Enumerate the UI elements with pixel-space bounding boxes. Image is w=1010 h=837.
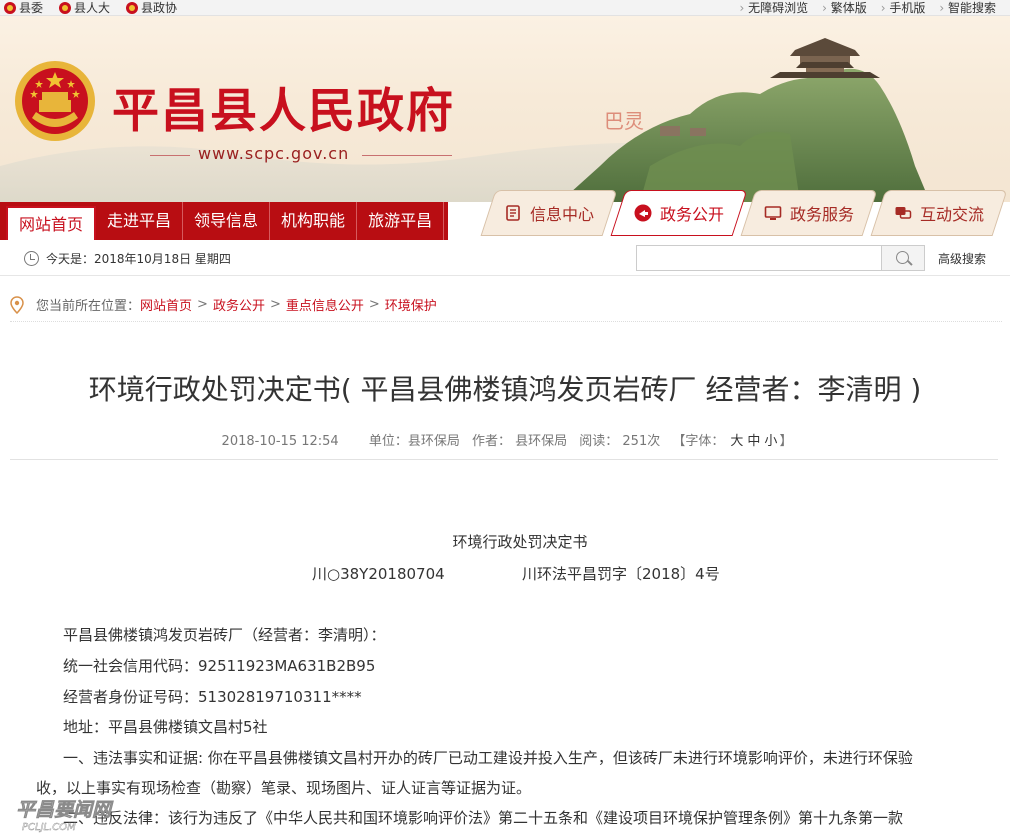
- tab-government-affairs[interactable]: 政务公开: [610, 190, 748, 236]
- breadcrumb-separator: >: [269, 297, 281, 312]
- tab-interaction[interactable]: 互动交流: [870, 190, 1008, 236]
- category-tabs: 信息中心 政务公开 政务服务 互动交流: [468, 184, 1009, 240]
- breadcrumb-environment[interactable]: 环境保护: [385, 295, 437, 314]
- tab-government-services[interactable]: 政务服务: [740, 190, 878, 236]
- accessibility-link[interactable]: 无障碍浏览: [739, 0, 808, 16]
- breadcrumb-key-info[interactable]: 重点信息公开: [286, 295, 364, 314]
- tab-label: 信息中心: [529, 205, 594, 224]
- page: 县委 县人大 县政协 无障碍浏览 繁体版 手机版 智能搜索: [0, 0, 1010, 837]
- tab-label: 政务服务: [789, 205, 854, 224]
- article-meta: 2018-10-15 12:54 单位：县环保局 作者： 县环保局 阅读： 25…: [0, 430, 1010, 449]
- font-size-bracket: 】: [779, 434, 793, 449]
- tab-label: 政务公开: [659, 205, 724, 224]
- article-title: 环境行政处罚决定书( 平昌县佛楼镇鸿发页岩砖厂 经营者：李清明 ): [88, 373, 922, 406]
- top-link-label: 县委: [19, 1, 44, 15]
- url-rule-left: [150, 155, 190, 156]
- font-size-large[interactable]: 大: [730, 434, 743, 449]
- top-utility-bar: 县委 县人大 县政协 无障碍浏览 繁体版 手机版 智能搜索: [0, 0, 1010, 16]
- tab-info-center[interactable]: 信息中心: [480, 190, 618, 236]
- divider: [10, 459, 998, 460]
- smart-search-link[interactable]: 智能搜索: [939, 0, 996, 16]
- nav-departments[interactable]: 机构职能: [270, 202, 358, 240]
- location-pin-icon: [10, 295, 24, 314]
- nav-home[interactable]: 网站首页: [6, 206, 97, 240]
- megaphone-icon: [634, 204, 652, 222]
- paragraph-facts-cont: 收，以上事实有现场检查（勘察）笔录、现场图片、证人证言等证据为证。: [36, 779, 532, 797]
- main-nav: 网站首页 走进平昌 领导信息 机构职能 旅游平昌: [0, 202, 448, 240]
- font-size-label: 【字体：: [672, 434, 725, 449]
- mobile-version-link[interactable]: 手机版: [881, 0, 925, 16]
- breadcrumb-separator: >: [197, 297, 208, 312]
- top-links-left: 县委 县人大 县政协: [4, 0, 189, 16]
- article-unit: 单位：县环保局: [368, 434, 460, 449]
- font-size-small[interactable]: 小: [764, 434, 777, 449]
- top-link-label: 县人大: [74, 1, 111, 15]
- site-header: 巴灵 平昌县人民政府 www.scpc.gov.cn: [0, 16, 1010, 202]
- breadcrumb-gov-affairs[interactable]: 政务公开: [213, 295, 265, 314]
- document-reference: 川环法平昌罚字〔2018〕4号: [522, 565, 720, 583]
- document-icon: [506, 205, 520, 221]
- top-links-right: 无障碍浏览 繁体版 手机版 智能搜索: [725, 0, 996, 16]
- party-emblem-icon: [4, 2, 16, 14]
- document-heading: 环境行政处罚决定书: [452, 533, 588, 551]
- paragraph-address: 地址：平昌县佛楼镇文昌村5社: [63, 718, 268, 736]
- nav-tourism[interactable]: 旅游平昌: [357, 202, 445, 240]
- site-watermark: 平昌要闻网 PCLJL.COM: [16, 799, 115, 834]
- cppcc-emblem-icon: [126, 2, 139, 14]
- font-size-medium[interactable]: 中: [747, 434, 760, 449]
- monitor-icon: [764, 206, 782, 220]
- clock-icon: [24, 251, 39, 266]
- info-bar: 今天是：2018年10月18日 星期四 高级搜索: [0, 240, 1010, 276]
- search-button[interactable]: [881, 245, 925, 271]
- document-number: 川○38Y20180704: [312, 565, 445, 583]
- breadcrumb: 您当前所在位置： 网站首页 > 政务公开 > 重点信息公开 > 环境保护: [10, 288, 1002, 322]
- tab-label: 互动交流: [919, 205, 984, 224]
- traditional-chinese-link[interactable]: 繁体版: [822, 0, 867, 16]
- nav-leaders[interactable]: 领导信息: [183, 202, 271, 240]
- article-author: 作者： 县环保局: [472, 434, 568, 449]
- current-date: 今天是：2018年10月18日 星期四: [46, 252, 231, 266]
- read-count: 阅读： 251次: [579, 434, 661, 449]
- publish-date: 2018-10-15 12:54: [221, 434, 339, 449]
- search-input[interactable]: [636, 245, 882, 271]
- svg-text:PCLJL.COM: PCLJL.COM: [22, 822, 76, 833]
- site-title[interactable]: 平昌县人民政府: [112, 72, 455, 141]
- nav-about[interactable]: 走进平昌: [96, 202, 184, 240]
- paragraph-addressee: 平昌县佛楼镇鸿发页岩砖厂（经营者：李清明）：: [63, 626, 386, 644]
- url-rule-right: [362, 155, 452, 156]
- paragraph-law: 二、违反法律：该行为违反了《中华人民共和国环境影响评价法》第二十五条和《建设项目…: [63, 809, 904, 827]
- svg-text:平昌要闻网: 平昌要闻网: [16, 799, 114, 821]
- top-link-party[interactable]: 县委: [4, 0, 43, 16]
- breadcrumb-label: 您当前所在位置：: [36, 299, 141, 314]
- top-link-label: 县政协: [141, 1, 178, 15]
- national-emblem-logo: [15, 61, 95, 141]
- national-emblem-icon: [59, 2, 72, 14]
- breadcrumb-home[interactable]: 网站首页: [140, 295, 192, 314]
- svg-text:巴灵: 巴灵: [604, 109, 644, 133]
- advanced-search-link[interactable]: 高级搜索: [938, 250, 986, 267]
- paragraph-facts: 一、违法事实和证据: 你在平昌县佛楼镇文昌村开办的砖厂已动工建设并投入生产，但该…: [63, 749, 913, 767]
- paragraph-id-number: 经营者身份证号码：51302819710311****: [63, 688, 362, 706]
- site-url: www.scpc.gov.cn: [198, 144, 350, 163]
- chat-icon: [895, 207, 912, 219]
- paragraph-credit-code: 统一社会信用代码：92511923MA631B2B95: [63, 657, 376, 675]
- breadcrumb-separator: >: [368, 297, 380, 312]
- top-link-congress[interactable]: 县人大: [59, 0, 110, 16]
- top-link-cppcc[interactable]: 县政协: [126, 0, 177, 16]
